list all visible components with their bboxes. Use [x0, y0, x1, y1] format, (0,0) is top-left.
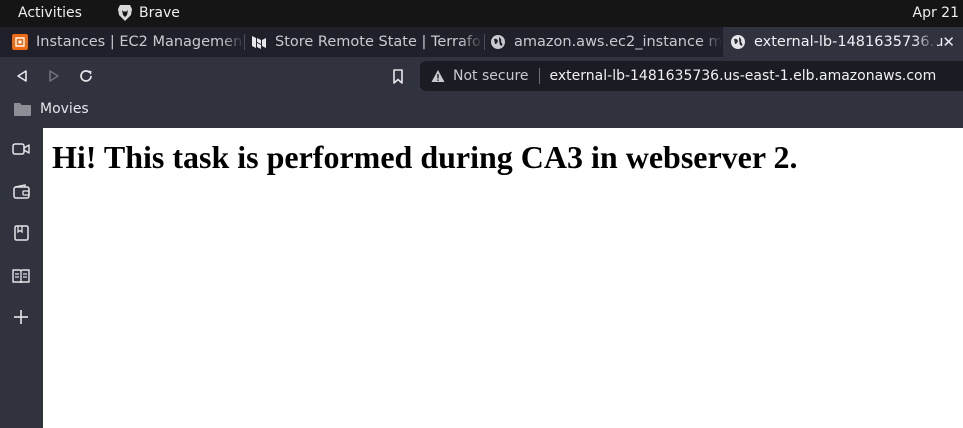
warning-icon[interactable] — [431, 69, 445, 83]
tab-strip: Instances | EC2 Management C Store Remot… — [0, 27, 963, 57]
app-name: Brave — [139, 5, 180, 21]
brave-lion-icon — [117, 4, 133, 22]
aws-ec2-icon — [12, 34, 28, 50]
bookmarks-icon[interactable] — [11, 223, 31, 243]
back-arrow-icon — [17, 70, 27, 82]
app-menu[interactable]: Brave — [117, 4, 180, 22]
address-bar[interactable]: Not secure external-lb-1481635736.us-eas… — [420, 61, 963, 91]
clock[interactable]: Apr 21 — [913, 5, 959, 21]
page-content: Hi! This task is performed during CA3 in… — [43, 128, 963, 428]
reading-list-icon[interactable] — [11, 265, 31, 285]
tab-separator — [244, 34, 245, 50]
reload-icon — [80, 70, 92, 82]
url-divider — [538, 68, 540, 84]
reload-button[interactable] — [76, 66, 96, 86]
close-tab-icon[interactable]: ✕ — [942, 33, 955, 51]
bookmark-icon — [393, 68, 403, 84]
tab-title: Store Remote State | Terrafor — [275, 34, 483, 50]
terraform-icon — [251, 34, 267, 50]
browser-sidebar — [0, 128, 43, 428]
forward-arrow-icon — [49, 70, 59, 82]
system-top-bar: Activities Brave Apr 21 — [0, 0, 963, 27]
folder-icon — [14, 102, 31, 116]
add-icon[interactable] — [11, 307, 31, 327]
video-icon[interactable] — [11, 139, 31, 159]
tab-title: Instances | EC2 Management C — [36, 34, 244, 50]
tab-ec2-instances[interactable]: Instances | EC2 Management C — [12, 27, 244, 57]
tab-terraform[interactable]: Store Remote State | Terrafor — [251, 27, 483, 57]
forward-button[interactable] — [44, 66, 64, 86]
bookmark-folder-movies[interactable]: Movies — [14, 101, 89, 117]
url-text[interactable]: external-lb-1481635736.us-east-1.elb.ama… — [550, 68, 937, 84]
globe-icon — [730, 34, 746, 50]
activities-button[interactable]: Activities — [18, 5, 82, 21]
bookmark-label: Movies — [40, 101, 89, 117]
wallet-icon[interactable] — [11, 181, 31, 201]
globe-icon — [490, 34, 506, 50]
tab-separator — [484, 34, 485, 50]
bookmark-page-button[interactable] — [388, 66, 408, 86]
page-heading: Hi! This task is performed during CA3 in… — [52, 139, 798, 175]
bookmarks-bar: Movies — [0, 95, 963, 128]
tab-external-lb[interactable]: external-lb-1481635736.u ✕ — [723, 27, 963, 57]
tab-title: amazon.aws.ec2_instance mo — [514, 34, 722, 50]
tab-ec2-instance-module[interactable]: amazon.aws.ec2_instance mo — [490, 27, 722, 57]
browser-toolbar: Not secure external-lb-1481635736.us-eas… — [0, 57, 963, 95]
not-secure-label[interactable]: Not secure — [453, 68, 529, 84]
back-button[interactable] — [12, 66, 32, 86]
